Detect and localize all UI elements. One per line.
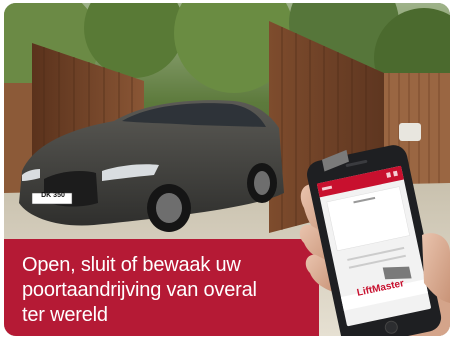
gate-opener-motor (399, 123, 421, 141)
caption-line-3: ter wereld (22, 304, 108, 326)
promo-card: DK 350 Open, sluit of bewaak uw poortaan… (4, 3, 450, 336)
caption-line-1: Open, sluit of bewaak uw (22, 254, 241, 276)
license-plate-text: DK 350 (41, 192, 65, 199)
caption-line-2: poortaandrijving van overal (22, 279, 257, 301)
caption-banner: Open, sluit of bewaak uw poortaandrijvin… (4, 239, 319, 336)
